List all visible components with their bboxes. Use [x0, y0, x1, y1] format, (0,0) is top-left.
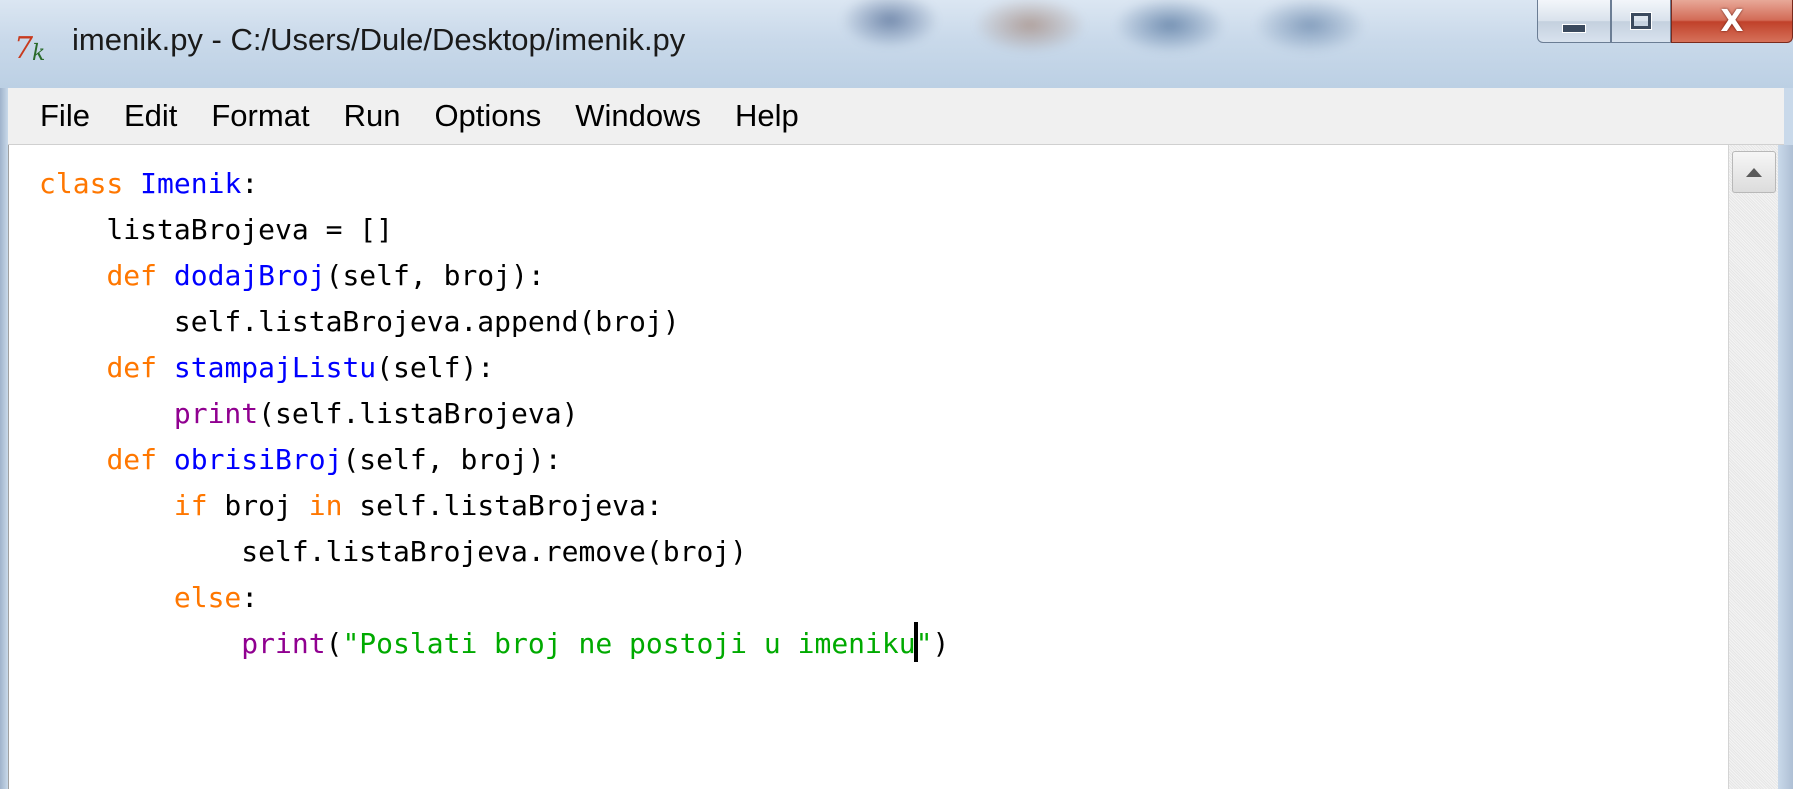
code-token: self.listaBrojeva.append(broj) [39, 305, 680, 338]
keyword-token: def [106, 351, 158, 384]
code-token: self.listaBrojeva: [342, 489, 663, 522]
keyword-token: def [106, 443, 158, 476]
menu-edit[interactable]: Edit [107, 88, 194, 144]
string-token: " [915, 627, 933, 660]
code-token: (self, broj): [342, 443, 562, 476]
scroll-up-button[interactable] [1732, 151, 1776, 193]
window-left-border [0, 88, 8, 789]
close-icon: X [1720, 3, 1744, 39]
aero-background [780, 0, 1420, 88]
code-token: listaBrojeva = [] [39, 213, 394, 246]
keyword-token: if [173, 489, 208, 522]
builtin-token: print [173, 397, 259, 430]
menu-options[interactable]: Options [417, 88, 558, 144]
code-line[interactable]: else: [39, 575, 949, 621]
definition-name-token: Imenik [140, 167, 242, 200]
title-bar[interactable]: 7 k imenik.py - C:/Users/Dule/Desktop/im… [0, 0, 1793, 88]
code-text[interactable]: class Imenik: listaBrojeva = [] def doda… [39, 161, 949, 667]
code-line[interactable]: listaBrojeva = [] [39, 207, 949, 253]
code-line[interactable]: print(self.listaBrojeva) [39, 391, 949, 437]
code-line[interactable]: def dodajBroj(self, broj): [39, 253, 949, 299]
svg-text:7: 7 [14, 31, 34, 66]
text-cursor [913, 622, 918, 662]
string-token: "Poslati broj ne postoji u imeniku [342, 627, 916, 660]
code-token: (self, broj): [325, 259, 545, 292]
vertical-scrollbar[interactable] [1728, 145, 1779, 789]
code-token: : [241, 167, 259, 200]
code-token: (self.listaBrojeva) [258, 397, 579, 430]
code-token: : [241, 581, 259, 614]
window-controls: X [1537, 0, 1793, 50]
menu-help[interactable]: Help [718, 88, 816, 144]
window-title: imenik.py - C:/Users/Dule/Desktop/imenik… [72, 22, 686, 57]
menu-windows[interactable]: Windows [558, 88, 718, 144]
code-token: self.listaBrojeva.remove(broj) [39, 535, 748, 568]
minimize-icon [1562, 23, 1586, 33]
keyword-token: else [173, 581, 242, 614]
svg-text:k: k [32, 41, 45, 66]
window-right-border [1778, 145, 1793, 789]
keyword-token: class [39, 167, 124, 200]
definition-name-token: dodajBroj [173, 259, 326, 292]
code-line[interactable]: class Imenik: [39, 161, 949, 207]
code-editor[interactable]: class Imenik: listaBrojeva = [] def doda… [8, 145, 1729, 789]
menu-run[interactable]: Run [327, 88, 418, 144]
scroll-up-arrow-icon [1746, 167, 1762, 177]
code-token: (self): [376, 351, 495, 384]
code-line[interactable]: print("Poslati broj ne postoji u imeniku… [39, 621, 949, 667]
minimize-button[interactable] [1537, 0, 1611, 43]
menu-format[interactable]: Format [194, 88, 326, 144]
menu-bar: File Edit Format Run Options Windows Hel… [8, 88, 1784, 145]
code-line[interactable]: self.listaBrojeva.append(broj) [39, 299, 949, 345]
maximize-icon [1630, 12, 1652, 30]
code-token: ( [325, 627, 343, 660]
code-line[interactable]: self.listaBrojeva.remove(broj) [39, 529, 949, 575]
maximize-button[interactable] [1611, 0, 1671, 43]
definition-name-token: stampajListu [173, 351, 377, 384]
code-token: broj [207, 489, 309, 522]
keyword-token: in [308, 489, 343, 522]
idle-python-icon: 7 k [14, 31, 45, 66]
code-line[interactable]: def stampajListu(self): [39, 345, 949, 391]
menu-file[interactable]: File [8, 88, 107, 144]
code-line[interactable]: if broj in self.listaBrojeva: [39, 483, 949, 529]
code-line[interactable]: def obrisiBroj(self, broj): [39, 437, 949, 483]
close-button[interactable]: X [1671, 0, 1793, 43]
code-token: ) [932, 627, 950, 660]
builtin-token: print [241, 627, 326, 660]
definition-name-token: obrisiBroj [173, 443, 343, 476]
keyword-token: def [106, 259, 158, 292]
